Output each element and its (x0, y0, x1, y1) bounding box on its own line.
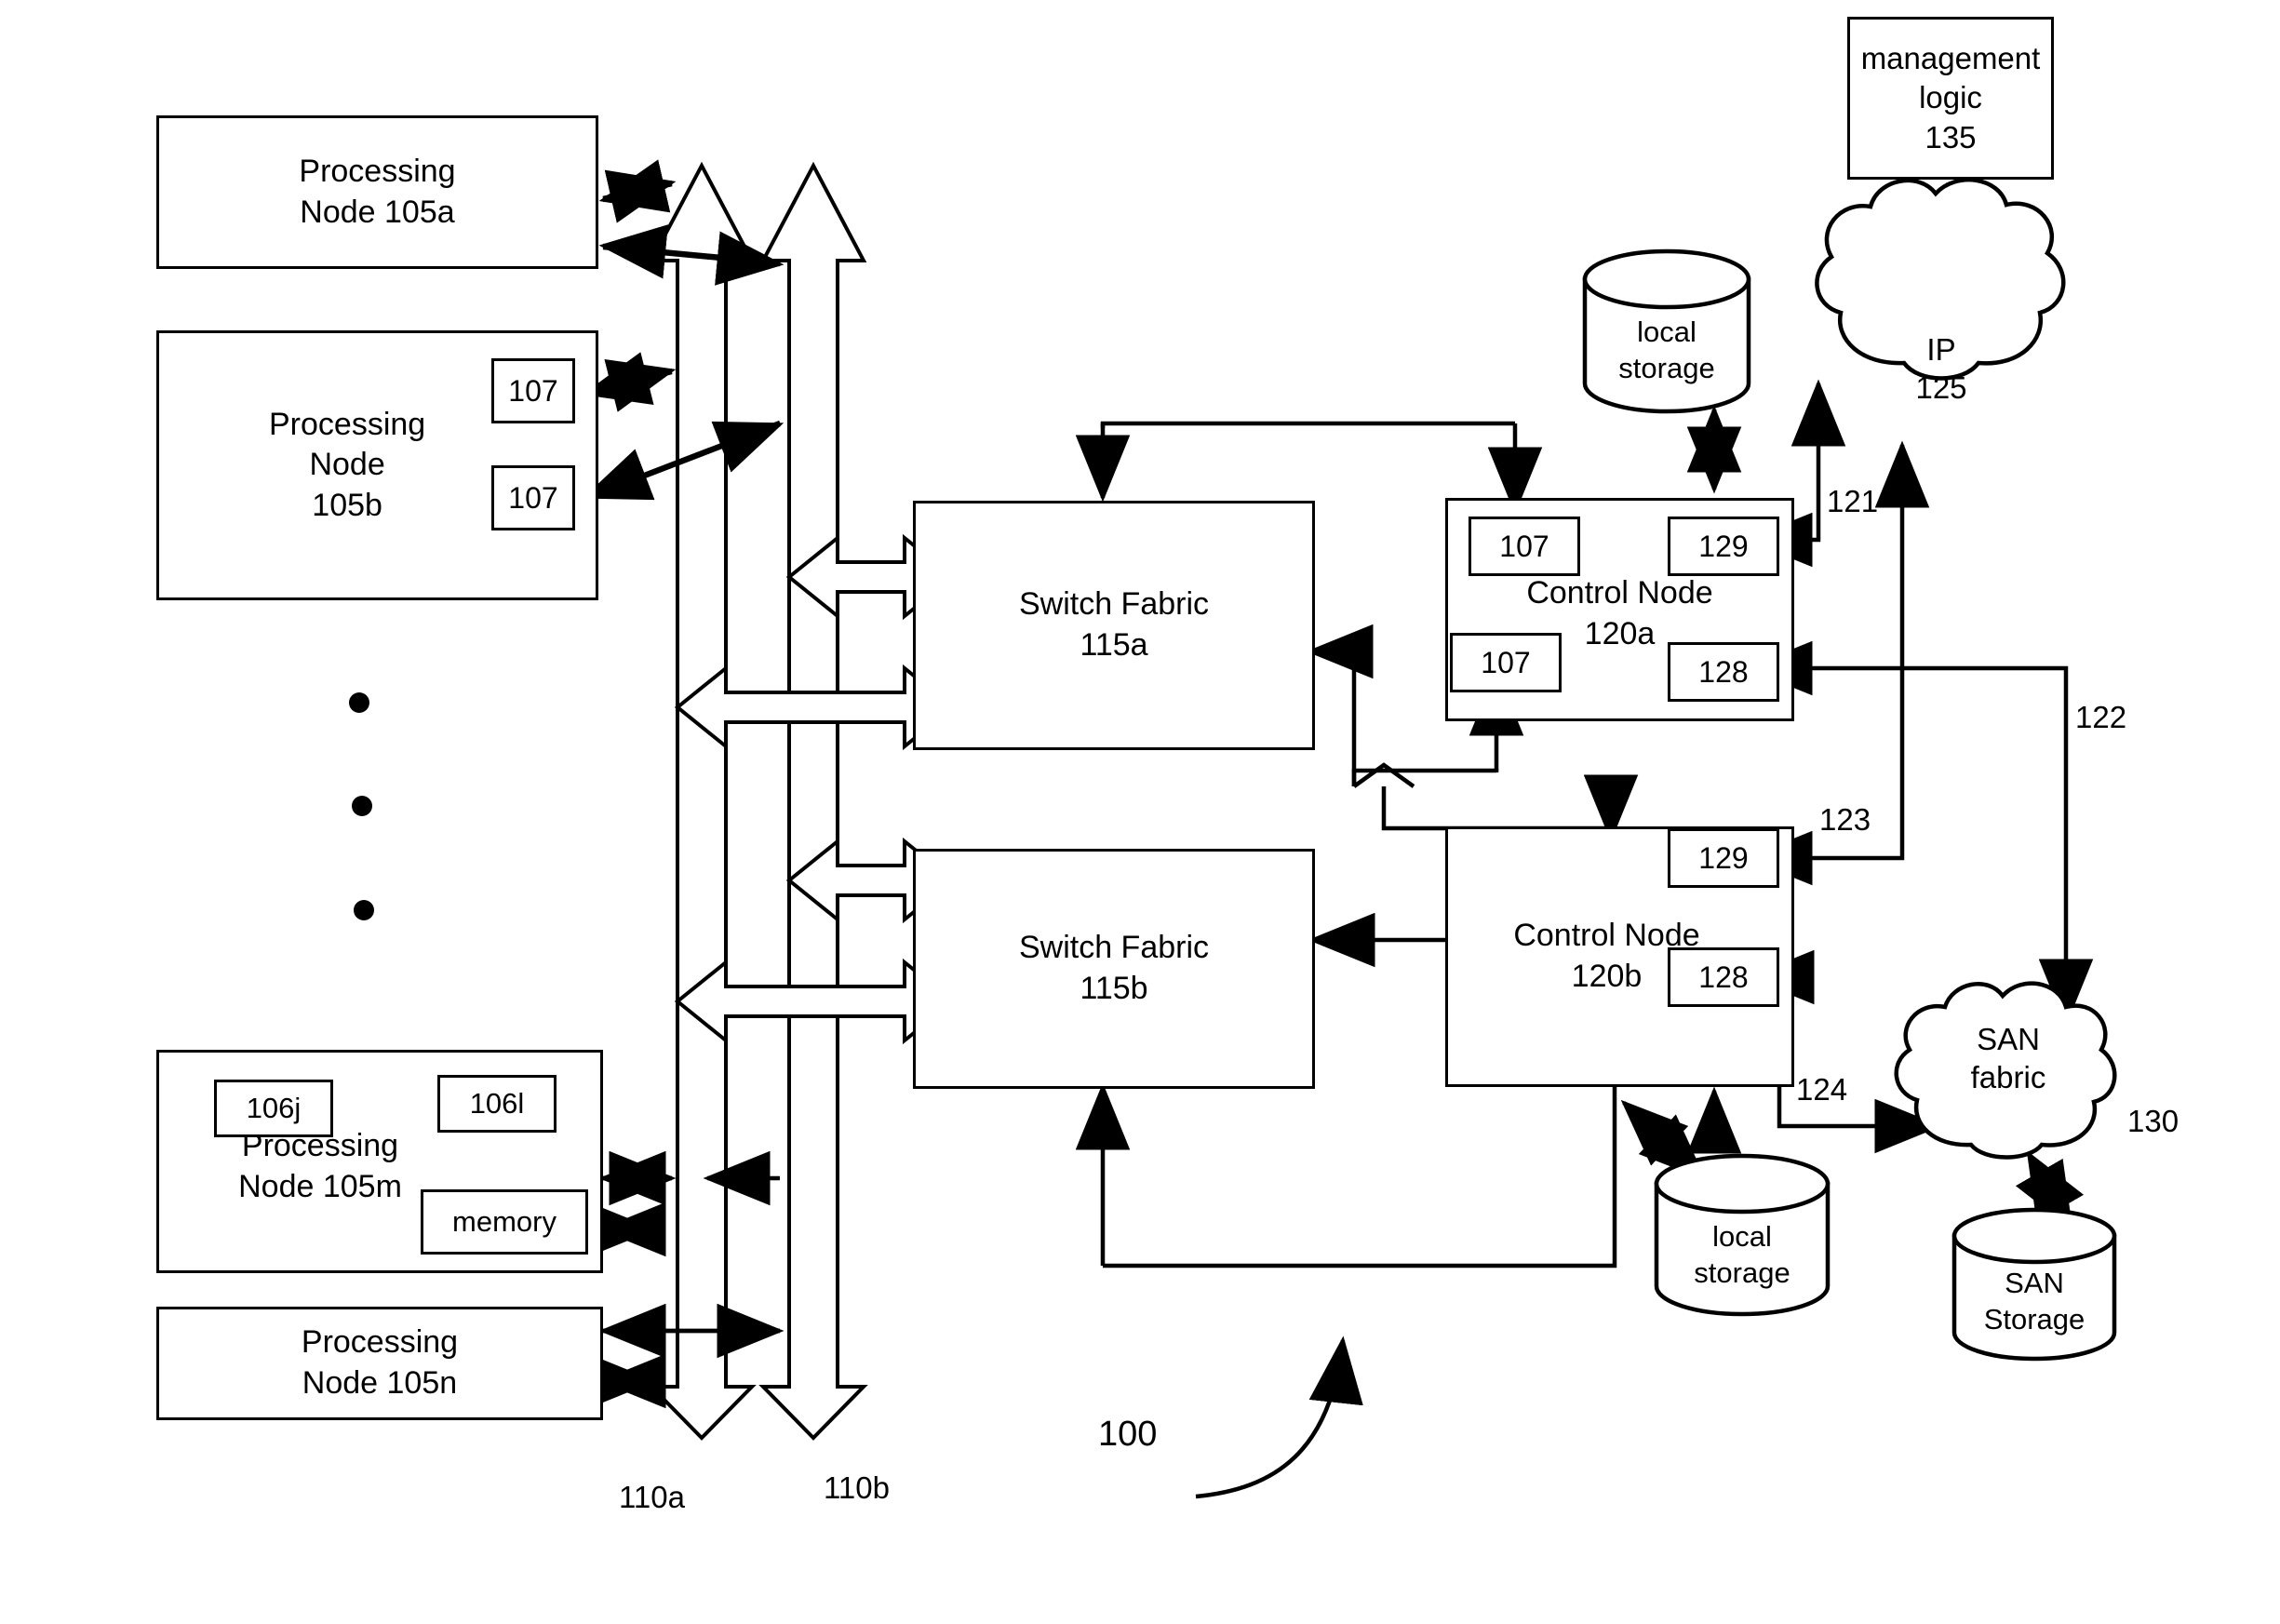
control-node-120a-part-128[interactable]: 128 (1668, 642, 1779, 702)
ref-label-123: 123 (1819, 802, 1871, 837)
san-fabric-cloud-label: SAN fabric (1970, 1022, 2046, 1095)
ellipsis-dot-1 (349, 692, 369, 713)
switch-fabric-115a[interactable]: Switch Fabric 115a (913, 501, 1315, 750)
bus-label-110b: 110b (824, 1470, 890, 1505)
bus-to-fabric-115b-lower (674, 958, 957, 1045)
bus-to-fabric-115a-lower (674, 664, 957, 751)
ref-label-130: 130 (2127, 1104, 2179, 1138)
processing-node-105a[interactable]: Processing Node 105a (156, 115, 598, 269)
node-105m-memory[interactable]: memory (421, 1189, 588, 1255)
node-105m-part-106l[interactable]: 106l (437, 1075, 557, 1133)
san-storage-label: SAN Storage (1983, 1267, 2086, 1335)
processing-node-105n[interactable]: Processing Node 105n (156, 1307, 603, 1420)
control-node-120a-part-129[interactable]: 129 (1668, 517, 1779, 576)
figure-canvas: Processing Node 105a Processing Node 105… (0, 0, 2280, 1624)
ellipsis-dot-2 (352, 796, 372, 816)
control-node-120b-part-129[interactable]: 129 (1668, 828, 1779, 888)
control-node-120b-part-128[interactable]: 128 (1668, 947, 1779, 1007)
ellipsis-dot-3 (354, 900, 374, 920)
bus-110b-arrow (758, 161, 868, 1441)
node-105b-adapter-107-bottom[interactable]: 107 (491, 465, 575, 530)
local-storage-bottom-label: local storage (1694, 1220, 1790, 1289)
processing-node-105b-label: Processing Node 105b (269, 406, 426, 523)
ref-label-124: 124 (1796, 1072, 1848, 1107)
switch-fabric-115b[interactable]: Switch Fabric 115b (913, 849, 1315, 1089)
local-storage-top-label: local storage (1618, 315, 1715, 384)
ref-label-122: 122 (2075, 700, 2127, 734)
control-node-120a-part-107-top[interactable]: 107 (1469, 517, 1580, 576)
node-105m-part-106j[interactable]: 106j (214, 1080, 333, 1137)
node-105b-adapter-107-top[interactable]: 107 (491, 358, 575, 423)
processing-node-105m-label: Processing Node 105m (238, 1128, 402, 1205)
management-logic-135[interactable]: management logic 135 (1847, 17, 2054, 180)
figure-ref-label-100: 100 (1098, 1415, 1158, 1454)
figure-lead-arrow (1195, 1335, 1363, 1499)
bus-label-110a: 110a (619, 1480, 685, 1514)
control-node-120a-part-107-bottom[interactable]: 107 (1450, 633, 1562, 692)
ref-label-121: 121 (1827, 484, 1879, 518)
ip-cloud-label: IP 125 (1915, 332, 1967, 406)
bus-110a-arrow (647, 161, 757, 1441)
